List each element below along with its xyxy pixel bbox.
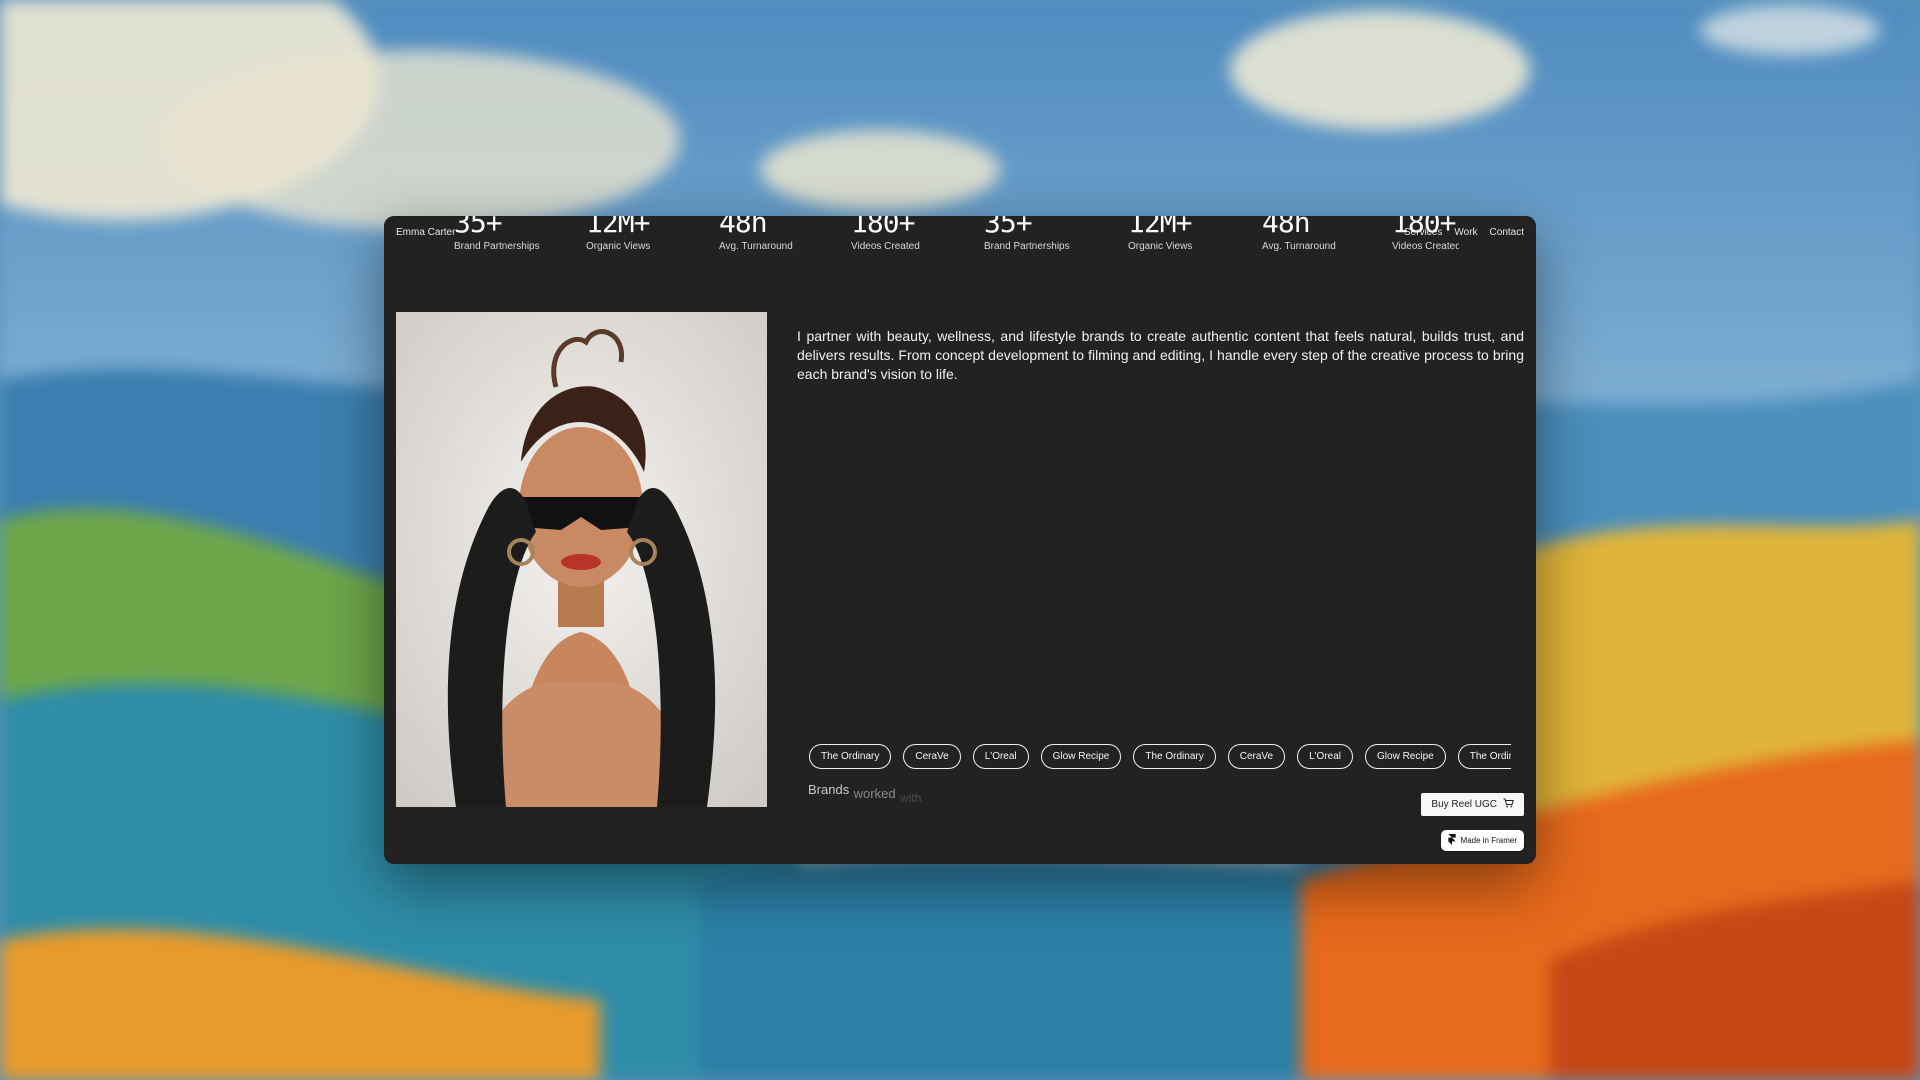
heading-word: worked: [853, 786, 896, 801]
stat-label: Organic Views: [1128, 241, 1193, 252]
stat-label: Brand Partnerships: [454, 241, 540, 252]
creator-portrait-image: [396, 312, 767, 807]
brands-track: ​ The Ordinary CeraVe L'Oreal Glow Recip…: [797, 744, 1511, 769]
stat-label: Avg. Turnaround: [719, 241, 793, 252]
brand-pill[interactable]: Glow Recipe: [1365, 744, 1446, 769]
brand-pill[interactable]: The Ordinary: [1133, 744, 1216, 769]
brand-pill[interactable]: L'Oreal: [972, 744, 1029, 769]
stats-ticker: 35+ Brand Partnerships 12M+ Organic View…: [454, 216, 1459, 262]
brand-pill[interactable]: The Ordinary: [1457, 744, 1511, 769]
stat-item: 48h Avg. Turnaround: [719, 216, 793, 252]
website-window: Emma Carter 35+ Brand Partnerships 12M+ …: [384, 216, 1536, 864]
stat-label: Brand Partnerships: [984, 241, 1070, 252]
nav-contact[interactable]: Contact: [1490, 227, 1524, 238]
brands-ticker: ​ The Ordinary CeraVe L'Oreal Glow Recip…: [797, 742, 1511, 772]
framer-logo-icon: [1447, 834, 1456, 847]
site-brand-name[interactable]: Emma Carter: [396, 227, 455, 238]
heading-word: Brands: [808, 782, 850, 797]
brand-pill[interactable]: CeraVe: [1227, 744, 1286, 769]
stat-value: 12M+: [1128, 216, 1192, 239]
stat-item: 180+ Videos Created: [851, 216, 920, 252]
brand-pill[interactable]: L'Oreal: [1297, 744, 1354, 769]
stat-value: 48h: [1262, 216, 1311, 239]
stat-item: 35+ Brand Partnerships: [454, 216, 540, 252]
cart-icon: [1503, 798, 1514, 811]
brand-pill[interactable]: The Ordinary: [809, 744, 892, 769]
stat-label: Videos Created: [851, 241, 920, 252]
nav-work[interactable]: Work: [1454, 227, 1477, 238]
stat-item: 35+ Brand Partnerships: [984, 216, 1070, 252]
nav-services[interactable]: Services: [1404, 227, 1442, 238]
stat-item: 12M+ Organic Views: [1128, 216, 1192, 252]
stat-item: 12M+ Organic Views: [586, 216, 650, 252]
brands-worked-with-heading: Brands worked with: [808, 781, 921, 805]
stat-value: 35+: [984, 216, 1033, 239]
site-nav: Services Work Contact: [1404, 227, 1524, 238]
framer-badge-label: Made in Framer: [1460, 836, 1517, 845]
made-in-framer-badge[interactable]: Made in Framer: [1440, 830, 1524, 851]
stat-value: 180+: [851, 216, 915, 239]
buy-reel-ugc-button[interactable]: Buy Reel UGC: [1421, 793, 1524, 816]
stat-label: Avg. Turnaround: [1262, 241, 1336, 252]
brand-pill[interactable]: Glow Recipe: [1040, 744, 1122, 769]
stat-value: 35+: [454, 216, 503, 239]
buy-button-label: Buy Reel UGC: [1431, 799, 1497, 810]
brand-pill[interactable]: CeraVe: [903, 744, 961, 769]
stat-value: 48h: [719, 216, 768, 239]
stat-label: Videos Created: [1392, 241, 1459, 252]
stat-item: 48h Avg. Turnaround: [1262, 216, 1336, 252]
about-paragraph: I partner with beauty, wellness, and lif…: [797, 328, 1524, 382]
heading-word: with: [900, 791, 922, 805]
stat-value: 12M+: [586, 216, 650, 239]
stat-label: Organic Views: [586, 241, 651, 252]
